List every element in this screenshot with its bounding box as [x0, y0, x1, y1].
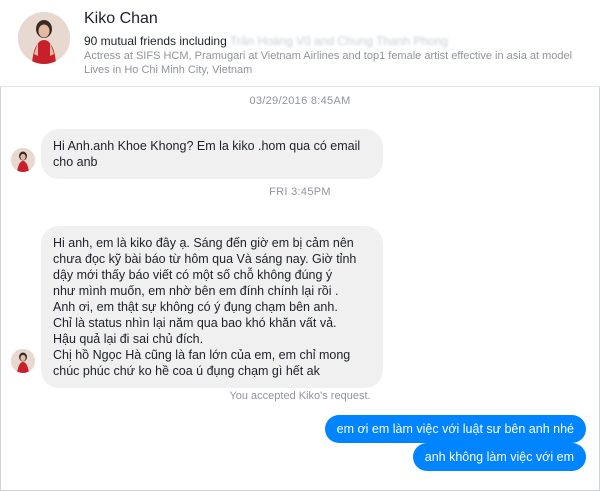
message-line: Hi anh, em là kiko đây ạ. Sáng đến giờ e… — [53, 236, 354, 250]
message-line: Chị hồ Ngọc Hà cũng là fan lớn của em, e… — [53, 348, 351, 362]
incoming-message[interactable]: Hi anh, em là kiko đây ạ. Sáng đến giờ e… — [41, 226, 383, 388]
message-line: Chỉ là status nhìn lại năm qua bao khó k… — [53, 316, 337, 330]
system-note: You accepted Kiko's request. — [229, 390, 371, 402]
message-line: cho anb — [53, 155, 98, 169]
mutual-friends-names[interactable]: Trần Hoàng Vũ and Chung Thanh Phong — [230, 34, 448, 48]
profile-bio: Actress at SIFS HCM, Pramugari at Vietna… — [84, 50, 573, 62]
message-line: Hậu quả lại đi sai chủ đích. — [53, 332, 204, 346]
profile-location: Lives in Ho Chi Minh City, Vietnam — [84, 64, 253, 76]
mutual-friends[interactable]: 90 mutual friends including Trần Hoàng V… — [84, 34, 448, 48]
profile-header: Kiko Chan 90 mutual friends including Tr… — [0, 0, 600, 87]
timestamp: 03/29/2016 8:45AM — [249, 95, 351, 107]
message-line: chúc phúc chứ ko hề coa ú đụng chạm gì h… — [53, 364, 320, 378]
message-line: Hi Anh.anh Khoe Khong? Em la kiko .hom q… — [53, 139, 361, 153]
message-line: chưa đọc kỹ bài báo từ hôm qua Và sáng n… — [53, 252, 357, 266]
message-line: như mình muốn, em nhờ bên em đính chính … — [53, 284, 339, 298]
outgoing-message[interactable]: anh không làm việc với em — [412, 443, 586, 471]
incoming-message[interactable]: Hi Anh.anh Khoe Khong? Em la kiko .hom q… — [41, 129, 383, 179]
profile-name[interactable]: Kiko Chan — [84, 10, 158, 28]
message-line: dậy mới thấy báo viết có một số chỗ khôn… — [53, 268, 333, 282]
timestamp: FRI 3:45PM — [269, 186, 331, 198]
sender-avatar[interactable] — [11, 349, 35, 373]
mutual-friends-prefix: 90 mutual friends including — [84, 34, 230, 48]
outgoing-message[interactable]: em ơi em làm việc với luật sư bên anh nh… — [324, 415, 586, 443]
profile-avatar[interactable] — [18, 12, 70, 64]
sender-avatar[interactable] — [11, 148, 35, 172]
message-line: Anh ơi, em thật sự không có ý đụng chạm … — [53, 300, 338, 314]
